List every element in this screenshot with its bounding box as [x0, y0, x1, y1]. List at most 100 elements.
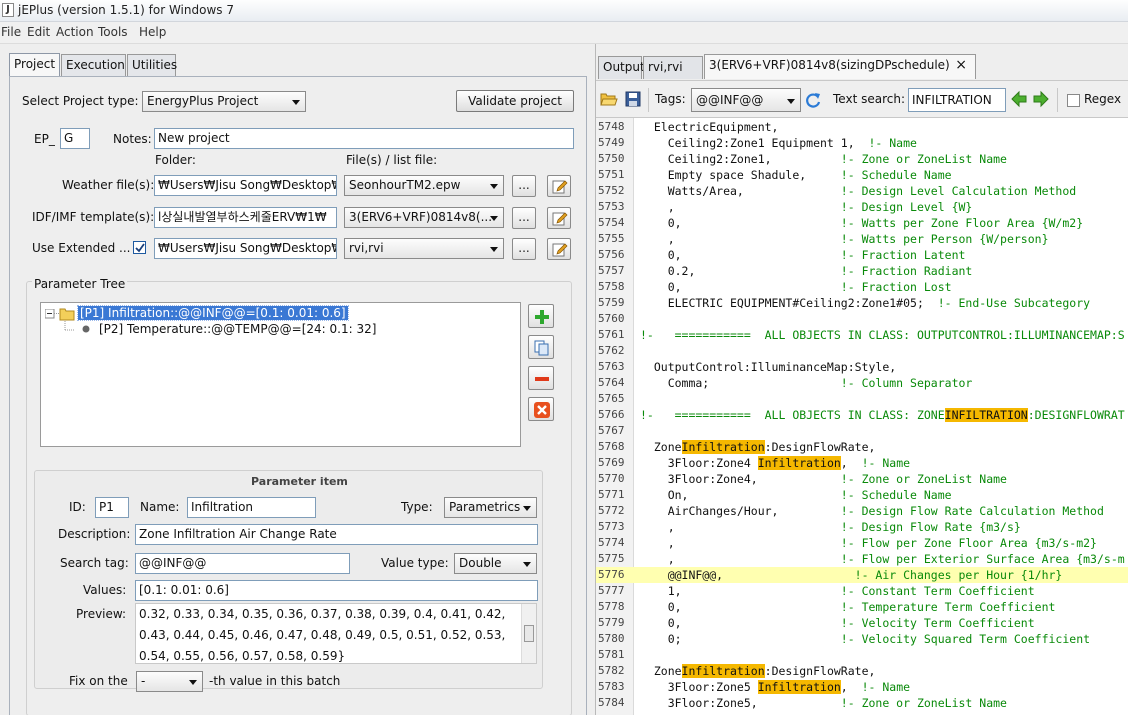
notes-field[interactable]: New project [154, 128, 574, 149]
values-field[interactable]: [0.1: 0.01: 0.6] [135, 580, 538, 601]
search-tag-field[interactable]: @@INF@@ [135, 553, 350, 574]
code-line[interactable]: 5770 3Floor:Zone4, !- Zone or ZoneList N… [596, 471, 1128, 487]
code-line[interactable]: 5751 Empty space Shadule, !- Schedule Na… [596, 167, 1128, 183]
code-line[interactable]: 5762 [596, 343, 1128, 359]
parameter-tree: [P1] Infiltration::@@INF@@=[0.1: 0.01: 0… [40, 302, 521, 447]
code-line[interactable]: 5784 3Floor:Zone5, !- Zone or ZoneList N… [596, 695, 1128, 711]
tab-rvi[interactable]: rvi,rvi [643, 56, 703, 79]
regex-checkbox[interactable] [1067, 94, 1080, 107]
code-line[interactable]: 5769 3Floor:Zone4 Infiltration, !- Name [596, 455, 1128, 471]
code-line[interactable]: 5775 , !- Flow per Exterior Surface Area… [596, 551, 1128, 567]
code-line[interactable]: 5777 1, !- Constant Term Coefficient [596, 583, 1128, 599]
preview-scrollbar[interactable] [521, 604, 536, 663]
copy-parameter-button[interactable] [528, 335, 554, 359]
add-parameter-button[interactable] [528, 304, 554, 328]
code-line[interactable]: 5779 0, !- Velocity Term Coefficient [596, 615, 1128, 631]
code-line[interactable]: 5783 3Floor:Zone5 Infiltration, !- Name [596, 679, 1128, 695]
close-icon[interactable]: × [955, 55, 967, 76]
tab-project[interactable]: Project [9, 53, 60, 76]
code-line[interactable]: 5749 Ceiling2:Zone1 Equipment 1, !- Name [596, 135, 1128, 151]
code-line[interactable]: 5782 ZoneInfiltration:DesignFlowRate, [596, 663, 1128, 679]
save-icon[interactable] [625, 91, 641, 107]
code-line[interactable]: 5778 0, !- Temperature Term Coefficient [596, 599, 1128, 615]
code-line[interactable]: 5771 On, !- Schedule Name [596, 487, 1128, 503]
code-line[interactable]: 5774 , !- Flow per Zone Floor Area {m3/s… [596, 535, 1128, 551]
tab-idf-file[interactable]: 3(ERV6+VRF)0814v8(sizingDPschedule).... … [704, 54, 976, 79]
code-line[interactable]: 5773 , !- Design Flow Rate {m3/s} [596, 519, 1128, 535]
idf-browse-button[interactable]: ... [512, 207, 536, 229]
tab-utilities[interactable]: Utilities [127, 54, 177, 76]
search-previous-icon[interactable] [1010, 90, 1028, 108]
fix-value-select[interactable]: - [136, 671, 203, 692]
extended-folder-field[interactable]: ₩Users₩Jisu Song₩Desktop₩ [154, 238, 337, 259]
code-line[interactable]: 5768 ZoneInfiltration:DesignFlowRate, [596, 439, 1128, 455]
code-text: , [640, 552, 841, 566]
ep-prefix-field[interactable]: G [60, 128, 90, 149]
code-line[interactable]: 5781 [596, 647, 1128, 663]
code-line[interactable]: 5758 0, !- Fraction Lost [596, 279, 1128, 295]
id-field[interactable]: P1 [95, 497, 129, 518]
code-line[interactable]: 5750 Ceiling2:Zone1, !- Zone or ZoneList… [596, 151, 1128, 167]
menu-file[interactable]: File [1, 25, 21, 39]
remove-parameter-button[interactable] [528, 366, 554, 390]
extended-browse-button[interactable]: ... [512, 238, 536, 260]
menu-help[interactable]: Help [139, 25, 166, 39]
refresh-icon[interactable] [804, 91, 822, 109]
validate-project-button[interactable]: Validate project [456, 90, 574, 112]
code-line[interactable]: 5764 Comma; !- Column Separator [596, 375, 1128, 391]
delete-parameter-button[interactable] [528, 397, 554, 421]
toolbar-divider [648, 88, 649, 112]
description-field[interactable]: Zone Infiltration Air Change Rate [135, 524, 538, 545]
idf-file-select[interactable]: 3(ERV6+VRF)0814v8(... [344, 207, 504, 228]
code-line[interactable]: 5754 0, !- Watts per Zone Floor Area {W/… [596, 215, 1128, 231]
idf-edit-button[interactable] [547, 207, 571, 229]
code-line[interactable]: 5767 [596, 423, 1128, 439]
value-type-select[interactable]: Double [454, 553, 537, 574]
menu-edit[interactable]: Edit [27, 25, 50, 39]
code-line[interactable]: 5772 AirChanges/Hour, !- Design Flow Rat… [596, 503, 1128, 519]
code-line[interactable]: 5752 Watts/Area, !- Design Level Calcula… [596, 183, 1128, 199]
line-text: , !- Watts per Person {W/person} [640, 231, 1049, 247]
menu-action[interactable]: Action [56, 25, 94, 39]
code-line[interactable]: 5765 [596, 391, 1128, 407]
idf-folder-field[interactable]: l상실내발열부하스케줄ERV₩1₩ [154, 207, 337, 228]
tags-select[interactable]: @@INF@@ [691, 88, 801, 112]
code-line[interactable]: 5776 @@INF@@, !- Air Changes per Hour {1… [596, 567, 1128, 583]
type-select[interactable]: Parametrics [444, 497, 537, 518]
code-line[interactable]: 5761 !- =========== ALL OBJECTS IN CLASS:… [596, 327, 1128, 343]
code-line[interactable]: 5759 ELECTRIC EQUIPMENT#Ceiling2:Zone1#0… [596, 295, 1128, 311]
code-line[interactable]: 5760 [596, 311, 1128, 327]
text-search-input[interactable]: INFILTRATION [908, 88, 1006, 112]
menu-tools[interactable]: Tools [98, 25, 128, 39]
code-line[interactable]: 5766 !- =========== ALL OBJECTS IN CLASS:… [596, 407, 1128, 423]
search-highlight: Infiltration [681, 664, 765, 678]
line-text: 0, !- Fraction Lost [640, 279, 952, 295]
preview-area[interactable]: 0.32, 0.33, 0.34, 0.35, 0.36, 0.37, 0.38… [135, 603, 537, 664]
code-editor[interactable]: 5748 ElectricEquipment, 5749 Ceiling2:Zon… [596, 118, 1128, 715]
tab-execution[interactable]: Execution [61, 54, 126, 76]
extended-file-select[interactable]: rvi,rvi [344, 238, 504, 259]
code-line[interactable]: 5755 , !- Watts per Person {W/person} [596, 231, 1128, 247]
code-line[interactable]: 5780 0; !- Velocity Squared Term Coeffic… [596, 631, 1128, 647]
code-line[interactable]: 5753 , !- Design Level {W} [596, 199, 1128, 215]
weather-file-select[interactable]: SeonhourTM2.epw [344, 175, 504, 196]
project-type-select[interactable]: EnergyPlus Project [142, 91, 306, 112]
tree-node-p2[interactable]: [P2] Temperature::@@TEMP@@=[24: 0.1: 32] [99, 322, 376, 336]
weather-browse-button[interactable]: ... [512, 175, 536, 197]
weather-folder-field[interactable]: ₩Users₩Jisu Song₩Desktop₩ [154, 175, 337, 196]
code-line[interactable]: 5763 OutputControl:IlluminanceMap:Style, [596, 359, 1128, 375]
tree-node-p1[interactable]: [P1] Infiltration::@@INF@@=[0.1: 0.01: 0… [77, 305, 349, 321]
line-number: 5754 [598, 216, 625, 229]
use-extended-checkbox[interactable] [133, 241, 146, 254]
name-field[interactable]: Infiltration [187, 497, 316, 518]
open-folder-icon[interactable] [600, 91, 618, 107]
code-line[interactable]: 5757 0.2, !- Fraction Radiant [596, 263, 1128, 279]
scrollbar-thumb[interactable] [524, 625, 534, 642]
extended-edit-button[interactable] [547, 238, 571, 260]
tab-output[interactable]: Output [598, 56, 645, 79]
search-next-icon[interactable] [1032, 90, 1050, 108]
code-line[interactable]: 5748 ElectricEquipment, [596, 119, 1128, 135]
code-line[interactable]: 5756 0, !- Fraction Latent [596, 247, 1128, 263]
weather-edit-button[interactable] [547, 175, 571, 197]
type-value: Parametrics [449, 500, 521, 514]
